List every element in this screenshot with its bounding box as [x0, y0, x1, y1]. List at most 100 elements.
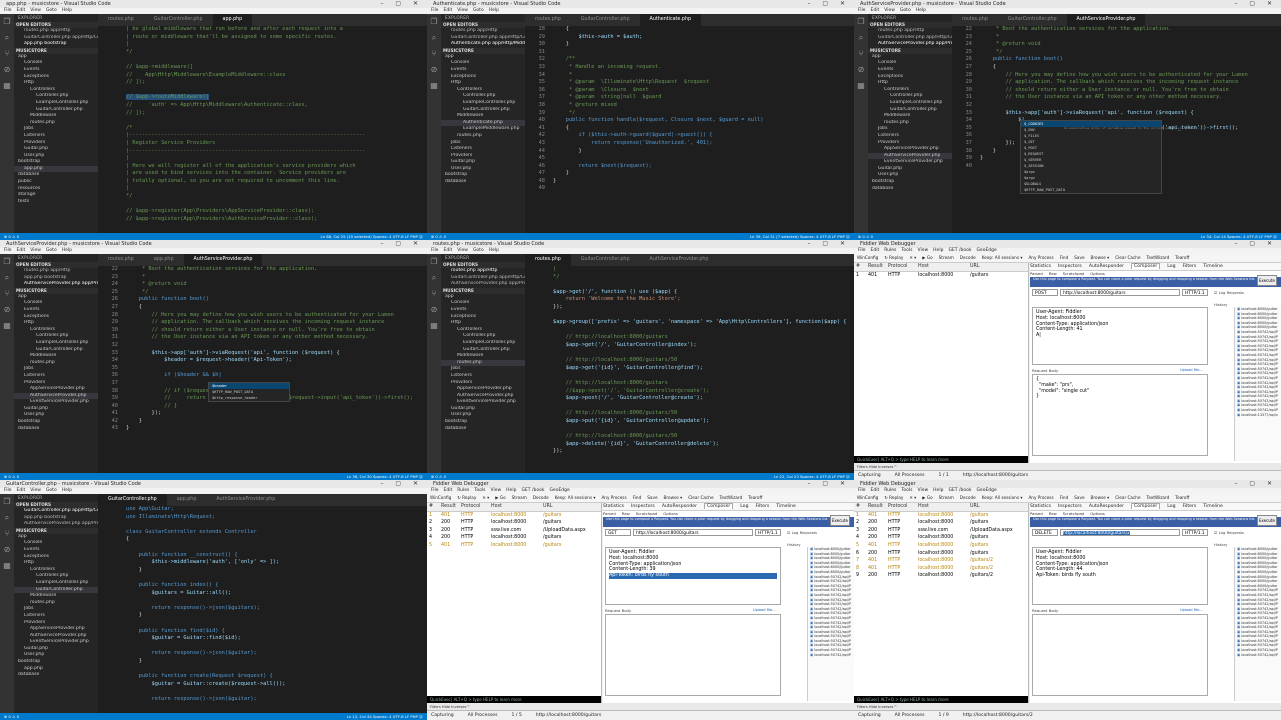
http-version-select[interactable]: HTTP/1.1 [1182, 289, 1208, 296]
file-tree-item[interactable]: Listeners [14, 613, 98, 620]
file-tree-item[interactable]: Controllers [441, 87, 525, 94]
menu-item-file[interactable]: File [431, 8, 439, 13]
history-item[interactable]: localhost:50742/api/P [1235, 648, 1281, 653]
file-tree-item[interactable]: Middleware [441, 353, 525, 360]
menu-item-goto[interactable]: Goto [46, 8, 57, 13]
open-editor-item[interactable]: Authenticate.php app/Http/Middle... [441, 41, 525, 48]
execute-button[interactable]: Execute [830, 515, 850, 526]
file-tree-item[interactable]: AppServiceProvider.php [14, 626, 98, 633]
file-tree-item[interactable]: app [868, 54, 952, 61]
file-tree-item[interactable]: app.php [14, 165, 98, 173]
autocomplete-popup[interactable]: $header $HTTP_RAW_POST_DATA $http_response… [208, 382, 290, 402]
file-tree-item[interactable]: bootstrap [868, 179, 952, 186]
session-row[interactable]: 6 200 HTTP localhost:8000/guitars [854, 550, 1028, 558]
web-sessions-list[interactable]: # Result Protocol Host URL 1 401 HTTP localhost:… [854, 503, 1029, 703]
file-tree-item[interactable]: Jobs [14, 126, 98, 133]
file-tree-item[interactable]: bootstrap [14, 159, 98, 166]
file-tree-item[interactable]: database [14, 426, 98, 433]
tab-log[interactable]: Log [740, 504, 748, 509]
toolbar-button[interactable]: WinConfig [430, 495, 451, 500]
http-version-select[interactable]: HTTP/1.1 [1182, 529, 1208, 536]
column-header[interactable]: URL [543, 503, 599, 511]
toolbar-button[interactable]: Stream [939, 255, 954, 260]
file-tree-item[interactable]: GuitarController.php [14, 107, 98, 114]
toolbar-button[interactable]: WinConfig [857, 255, 878, 260]
search-icon[interactable]: ⌕ [0, 510, 14, 526]
status-problems[interactable]: ⊗ 0 ⚠ 0 [858, 234, 873, 239]
file-tree-item[interactable]: Http [441, 80, 525, 87]
history-item[interactable]: localhost:50742/api/P [808, 648, 854, 653]
menu-item[interactable]: GeoEdge [976, 488, 996, 493]
extensions-icon[interactable]: ▦ [427, 318, 441, 334]
files-icon[interactable]: ❐ [0, 14, 14, 30]
menu-item-edit[interactable]: Edit [17, 488, 26, 493]
column-header[interactable]: URL [970, 263, 1026, 271]
menu-item[interactable]: Tools [901, 248, 912, 253]
file-tree-item[interactable]: Events [868, 67, 952, 74]
file-tree-item[interactable]: Events [441, 67, 525, 74]
file-tree-item[interactable]: ExampleController.php [868, 100, 952, 107]
history-item[interactable]: localhost:50742/api/P [1235, 653, 1281, 658]
column-header[interactable]: Protocol [888, 263, 918, 271]
execute-button[interactable]: Execute [1257, 515, 1277, 526]
file-tree-item[interactable]: ExampleController.php [14, 580, 98, 587]
file-tree-item[interactable]: Controller.php [14, 93, 98, 100]
window-controls[interactable]: – ▢ ✕ [380, 0, 423, 8]
history-item[interactable]: localhost:13377/api/n [1235, 413, 1281, 418]
file-tree-item[interactable]: Console [14, 540, 98, 547]
file-tree-item[interactable]: database [441, 426, 525, 433]
toolbar-button[interactable]: Find [1060, 255, 1069, 260]
menu-item-goto[interactable]: Goto [900, 8, 911, 13]
autocomplete-popup[interactable]: $_COOKIES $_ENV $_FILES $_GET $_POST $_REQUES… [1020, 120, 1203, 194]
window-controls[interactable]: – ▢ ✕ [807, 0, 850, 8]
menu-item[interactable]: Help [933, 248, 943, 253]
toolbar-button[interactable]: ▶ Go [922, 255, 932, 260]
editor-tab[interactable]: AuthServiceProvider.php [1066, 14, 1146, 26]
menu-item[interactable]: GeoEdge [976, 248, 996, 253]
file-tree-item[interactable]: Listeners [441, 373, 525, 380]
extensions-icon[interactable]: ▦ [427, 78, 441, 94]
file-tree-item[interactable]: AuthServiceProvider.php [868, 152, 952, 160]
files-icon[interactable]: ❐ [427, 14, 441, 30]
open-editor-item[interactable]: app.php bootstrap [14, 515, 98, 522]
search-icon[interactable]: ⌕ [427, 30, 441, 46]
menu-item[interactable]: Tools [901, 488, 912, 493]
menu-item[interactable]: GeoEdge [549, 488, 569, 493]
column-header[interactable]: URL [970, 503, 1026, 511]
menu-item[interactable]: GET /book [948, 248, 971, 253]
file-tree-item[interactable]: User.php [441, 412, 525, 419]
menu-item[interactable]: Rules [884, 248, 896, 253]
tab-filters[interactable]: Filters [1183, 264, 1197, 269]
tab-composer[interactable]: Composer [1130, 263, 1161, 269]
status-problems[interactable]: ⊗ 0 ⚠ 0 [4, 714, 19, 719]
files-icon[interactable]: ❐ [854, 14, 868, 30]
file-tree-item[interactable]: Listeners [14, 133, 98, 140]
toolbar-button[interactable]: Tearoff [1175, 255, 1189, 260]
tab-timeline[interactable]: Timeline [776, 504, 796, 509]
file-tree-item[interactable]: Listeners [14, 373, 98, 380]
toolbar-button[interactable]: ✕ ▾ [909, 495, 916, 500]
session-row[interactable]: 7 401 HTTP localhost:8000/guitars/2 [854, 557, 1028, 565]
window-controls[interactable]: – ▢ ✕ [807, 240, 850, 248]
tab-timeline[interactable]: Timeline [1203, 504, 1223, 509]
session-row[interactable]: 2 200 HTTP localhost:8000/guitars [854, 519, 1028, 527]
file-tree-item[interactable]: AppServiceProvider.php [441, 386, 525, 393]
menu-item-help[interactable]: Help [489, 8, 499, 13]
search-icon[interactable]: ⌕ [427, 270, 441, 286]
toolbar-button[interactable]: Find [1060, 495, 1069, 500]
file-tree-item[interactable]: User.php [14, 412, 98, 419]
history-list[interactable]: localhost:8000/guitar localhost:8000/guit… [807, 547, 854, 701]
request-body-editor[interactable] [1032, 614, 1208, 696]
file-tree-item[interactable]: Jobs [868, 126, 952, 133]
toolbar-button[interactable]: Any Process [601, 495, 626, 500]
session-row[interactable]: 1 401 HTTP localhost:8000/guitars [427, 512, 601, 520]
upload-file-link[interactable]: Upload file... [1180, 368, 1203, 372]
menu-item-goto[interactable]: Goto [46, 488, 57, 493]
editor-tab[interactable]: AuthServiceProvider.php [640, 254, 719, 266]
extensions-icon[interactable]: ▦ [0, 318, 14, 334]
tab-inspectors[interactable]: Inspectors [1058, 504, 1082, 509]
editor-tab[interactable]: Authenticate.php [639, 14, 702, 26]
subtab-parsed[interactable]: Parsed [603, 511, 616, 516]
file-tree-item[interactable]: database [14, 172, 98, 179]
extensions-icon[interactable]: ▦ [854, 78, 868, 94]
